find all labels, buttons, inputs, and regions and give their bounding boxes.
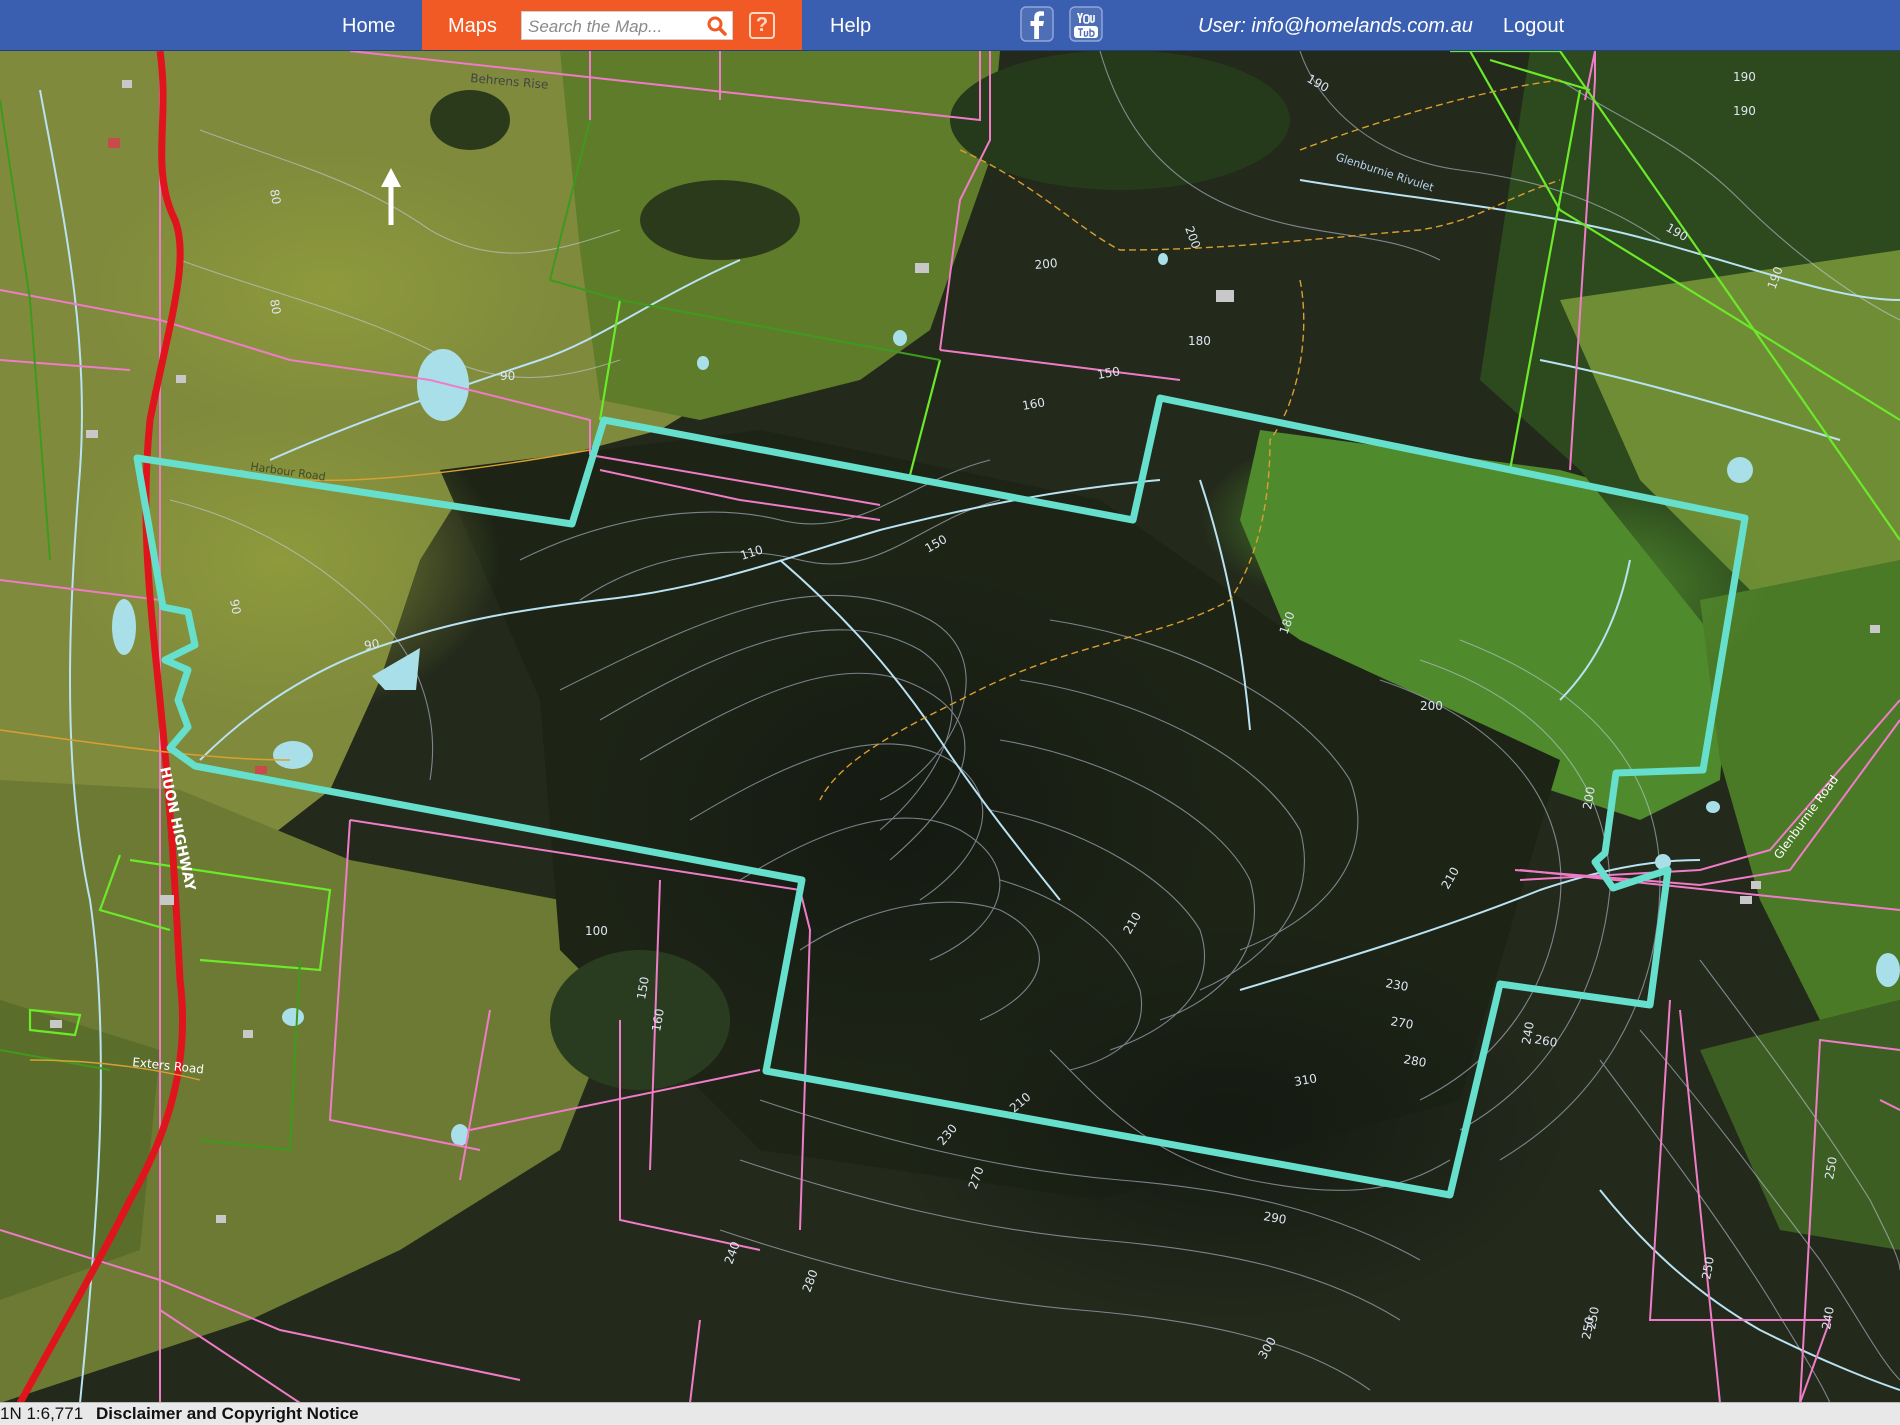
logout-link[interactable]: Logout bbox=[1503, 0, 1564, 50]
tree-cluster bbox=[550, 950, 730, 1090]
tree-cluster bbox=[430, 90, 510, 150]
nav-maps-tab[interactable]: Maps ? bbox=[422, 0, 802, 50]
contour-label: 100 bbox=[585, 924, 608, 938]
tree-cluster bbox=[950, 51, 1290, 190]
nav-home-link[interactable]: Home bbox=[342, 0, 395, 50]
youtube-icon[interactable] bbox=[1069, 6, 1103, 42]
nav-maps-label: Maps bbox=[448, 15, 497, 37]
disclaimer-link[interactable]: Disclaimer and Copyright Notice bbox=[96, 1403, 359, 1425]
map-footer: 1N 1:6,771 Disclaimer and Copyright Noti… bbox=[0, 1402, 1900, 1425]
aerial-map[interactable]: Behrens Rise HUON HIGHWAY Exters Road Gl… bbox=[0, 51, 1900, 1403]
map-search-box bbox=[521, 11, 733, 41]
contour-label: 90 bbox=[227, 598, 243, 615]
search-icon[interactable] bbox=[706, 15, 728, 37]
nav-help-link[interactable]: Help bbox=[830, 0, 871, 50]
contour-label: 90 bbox=[363, 637, 380, 653]
contour-label: 180 bbox=[1188, 334, 1211, 348]
contour-label: 200 bbox=[1420, 699, 1443, 713]
user-email-label: User: info@homelands.com.au bbox=[1198, 15, 1473, 37]
question-icon[interactable]: ? bbox=[749, 12, 775, 39]
tree-cluster bbox=[640, 180, 800, 260]
dry-grass-patch bbox=[60, 400, 500, 720]
contour-label: 80 bbox=[267, 298, 283, 315]
map-search-input[interactable] bbox=[526, 12, 700, 41]
top-navigation-bar: Home Maps ? Help User: info@homelands.co… bbox=[0, 0, 1900, 51]
contour-label: 90 bbox=[500, 369, 515, 383]
facebook-icon[interactable] bbox=[1020, 6, 1054, 42]
green-grass-patch bbox=[1200, 440, 1460, 600]
contour-label: 80 bbox=[267, 188, 283, 205]
contour-label: 200 bbox=[1034, 256, 1058, 272]
contour-label: 190 bbox=[1733, 70, 1756, 84]
map-scale-label: 1N 1:6,771 bbox=[0, 1404, 84, 1423]
contour-label: 190 bbox=[1733, 104, 1756, 118]
